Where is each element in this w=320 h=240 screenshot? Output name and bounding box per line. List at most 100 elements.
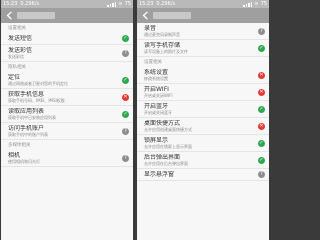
permission-title: 定位 (8, 74, 21, 81)
permission-row[interactable]: 开启WIFI 开启或关闭WIFI ✕ (137, 84, 269, 101)
permission-description: 开启或关闭WIFI (144, 93, 173, 98)
permission-title: 桌面快捷方式 (144, 120, 181, 127)
permission-row[interactable]: 开启蓝牙 开启或关闭蓝牙 ✓ (137, 101, 269, 118)
permission-row[interactable]: 读写手机存储 读写设备上的照片及文件 ✓ (137, 40, 269, 57)
back-arrow-icon[interactable] (4, 10, 14, 22)
permission-texts: 开启WIFI 开启或关闭WIFI (144, 86, 256, 98)
permission-texts: 发送短信 (8, 35, 120, 42)
permission-row[interactable]: 后台弹出界面 允许应用在后台弹出界面 ✓ (137, 152, 269, 169)
permission-row[interactable]: 桌面快捷方式 允许应用创建桌面快捷方式 ✕ (137, 118, 269, 135)
cross-icon[interactable]: ✕ (122, 93, 129, 101)
permission-row[interactable]: 读取应用列表 获取手机中已安装应用列表 ✓ (1, 106, 133, 123)
section-header: 隐私相关 (8, 65, 26, 70)
permission-texts: 相机 使用相机和闪光灯 (8, 152, 120, 164)
permission-texts: 访问手机账户 获取手机中的账户列表 (8, 125, 120, 137)
permission-row[interactable]: 系统设置 修改系统设置 ✕ (137, 67, 269, 84)
permission-title: 相机 (8, 152, 21, 159)
permission-title: 访问手机账户 (8, 125, 45, 132)
permission-texts: 定位 通过网络或者卫星对您的手机定位 (8, 74, 120, 86)
permission-title: 录音 (144, 25, 157, 32)
permission-description: 读写设备上的照片及文件 (144, 49, 188, 54)
status-bar: 15:23 0.29K/s ≋ 75 (137, 0, 269, 8)
permission-description: 使用相机和闪光灯 (8, 159, 40, 164)
section-header: 设置相关 (8, 26, 26, 31)
cross-icon[interactable]: ✕ (258, 122, 265, 130)
permission-description: 修改系统设置 (144, 76, 168, 81)
permission-title: 显示悬浮窗 (144, 171, 175, 178)
permission-title: 获取手机信息 (8, 91, 45, 98)
permission-row[interactable]: 发送彩信 发送彩信? (1, 45, 133, 62)
signal-icon (107, 1, 117, 7)
check-icon[interactable]: ✓ (258, 139, 265, 147)
page-title: 某某权限 (153, 12, 191, 19)
permission-texts: 显示悬浮窗 (144, 171, 256, 178)
permission-row[interactable]: 定位 通过网络或者卫星对您的手机定位 ✓ (1, 72, 133, 89)
title-bar: 某某权限 (137, 8, 269, 23)
permission-description: 允许应用在后台弹出界面 (144, 161, 188, 166)
permission-description: 允许应用创建桌面快捷方式 (144, 127, 192, 132)
permission-description: 获取手机号码、IMEI、IMSI权限 (8, 98, 65, 103)
status-time: 15:23 (3, 1, 18, 7)
right-screen: 15:230.29K/s≋75某某权限录音通过麦克风录制声音?读写手机存储读写设… (137, 0, 269, 240)
check-icon[interactable]: ✓ (122, 35, 129, 42)
permission-texts: 发送彩信 发送彩信 (8, 47, 120, 59)
permission-title: 锁屏显示 (144, 137, 169, 144)
permission-row[interactable]: 相机 使用相机和闪光灯? (1, 150, 133, 167)
check-icon[interactable]: ✓ (122, 76, 129, 84)
permission-texts: 开启蓝牙 开启或关闭蓝牙 (144, 103, 256, 115)
status-network-speed: 0.29K/s (20, 1, 40, 7)
question-icon[interactable]: ? (258, 27, 265, 35)
permission-title: 读取应用列表 (8, 108, 45, 115)
permission-description: 发送彩信 (8, 54, 24, 59)
permission-description: 开启或关闭蓝牙 (144, 110, 172, 115)
permission-texts: 桌面快捷方式 允许应用创建桌面快捷方式 (144, 120, 256, 132)
cross-icon[interactable]: ✕ (258, 88, 265, 96)
permission-title: 开启WIFI (144, 86, 169, 93)
check-icon[interactable]: ✓ (122, 110, 129, 118)
check-icon[interactable]: ✓ (258, 156, 265, 164)
left-screen: 15:230.29K/s≋75某某权限设置相关发送短信✓发送彩信发送彩信?隐私相… (1, 0, 133, 240)
permission-description: 通过网络或者卫星对您的手机定位 (8, 81, 68, 86)
wifi-icon: ≋ (254, 1, 259, 7)
permission-row[interactable]: 发送短信 ✓ (1, 33, 133, 45)
permission-row[interactable]: 锁屏显示 允许应用在锁屏上显示界面 ✓ (137, 135, 269, 152)
permission-description: 通过麦克风录制声音 (144, 32, 180, 37)
title-bar: 某某权限 (1, 8, 133, 23)
page-title: 某某权限 (17, 12, 55, 19)
question-icon[interactable]: ? (122, 49, 129, 57)
check-icon[interactable]: ✓ (258, 44, 265, 52)
permission-texts: 录音 通过麦克风录制声音 (144, 25, 256, 37)
permission-title: 后台弹出界面 (144, 154, 181, 161)
wifi-icon: ≋ (118, 1, 123, 7)
battery-level: 75 (124, 1, 131, 7)
question-icon[interactable]: ? (122, 154, 129, 162)
permission-description: 允许应用在锁屏上显示界面 (144, 144, 192, 149)
question-icon[interactable]: ? (258, 171, 265, 178)
permission-row[interactable]: 显示悬浮窗? (137, 169, 269, 181)
permission-row[interactable]: 访问手机账户 获取手机中的账户列表? (1, 123, 133, 140)
permission-description: 获取手机中的账户列表 (8, 132, 48, 137)
section-header: 设置相关 (144, 60, 162, 65)
permission-title: 系统设置 (144, 69, 169, 76)
back-arrow-icon[interactable] (140, 10, 150, 22)
check-icon[interactable]: ✓ (258, 105, 265, 113)
question-icon[interactable]: ? (122, 127, 129, 135)
permission-texts: 系统设置 修改系统设置 (144, 69, 256, 81)
status-bar: 15:23 0.29K/s ≋ 75 (1, 0, 133, 8)
permission-texts: 获取手机信息 获取手机号码、IMEI、IMSI权限 (8, 91, 120, 103)
permission-title: 发送彩信 (8, 47, 33, 54)
permission-row[interactable]: 获取手机信息 获取手机号码、IMEI、IMSI权限 ✕ (1, 89, 133, 106)
status-time: 15:23 (139, 1, 154, 7)
section-header: 多媒体相关 (8, 143, 31, 148)
cross-icon[interactable]: ✕ (258, 71, 265, 79)
permission-title: 发送短信 (8, 35, 33, 42)
permission-texts: 读写手机存储 读写设备上的照片及文件 (144, 42, 256, 54)
battery-level: 75 (260, 1, 267, 7)
permission-texts: 后台弹出界面 允许应用在后台弹出界面 (144, 154, 256, 166)
permission-texts: 读取应用列表 获取手机中已安装应用列表 (8, 108, 120, 120)
permission-texts: 锁屏显示 允许应用在锁屏上显示界面 (144, 137, 256, 149)
permission-row[interactable]: 录音 通过麦克风录制声音? (137, 23, 269, 40)
signal-icon (243, 1, 253, 7)
permission-title: 开启蓝牙 (144, 103, 169, 110)
status-network-speed: 0.29K/s (156, 1, 176, 7)
